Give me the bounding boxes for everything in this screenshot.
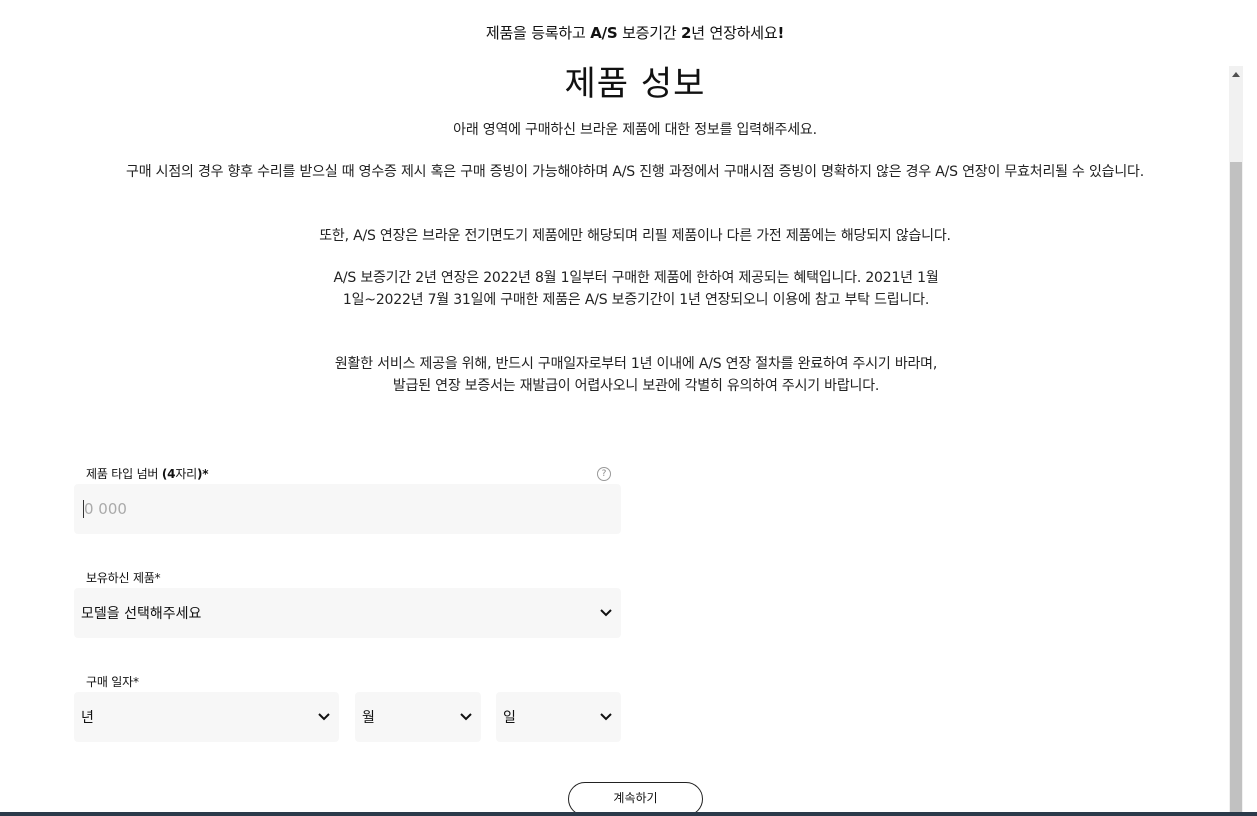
type-number-label-text: 제품 타입 넘버 (86, 467, 162, 481)
product-registration-page: 제품을 등록하고 A/S 보증기간 2년 연장하세요! 제품 성보 아래 영역에… (0, 0, 1257, 816)
purchase-date-label: 구매 일자* (86, 675, 139, 689)
type-number-label-bold: (4 (161, 467, 176, 481)
banner-text-2: 보증기간 (617, 24, 682, 42)
info-paragraph-deadline: 원활한 서비스 제공을 위해, 반드시 구매일자로부터 1년 이내에 A/S 연… (334, 356, 938, 394)
promo-banner: 제품을 등록하고 A/S 보증기간 2년 연장하세요! (0, 22, 1257, 43)
purchase-month-selected: 월 (362, 710, 375, 726)
info-paragraph-scope: 또한, A/S 연장은 브라운 전기면도기 제품에만 해당되며 리필 제품이나 … (319, 228, 951, 244)
banner-text-1: 제품을 등록하고 (485, 24, 591, 42)
purchase-day-select[interactable]: 일 (496, 692, 621, 742)
type-number-field (74, 484, 621, 534)
chevron-down-icon (459, 710, 473, 724)
bottom-divider (0, 812, 1257, 816)
chevron-down-icon (317, 710, 331, 724)
chevron-down-icon (599, 710, 613, 724)
scrollbar-thumb[interactable] (1230, 162, 1242, 816)
help-icon[interactable]: ? (597, 467, 611, 481)
text-caret (83, 500, 84, 518)
purchase-day-selected: 일 (503, 710, 516, 726)
product-model-selected: 모델을 선택해주세요 (81, 606, 202, 622)
purchase-year-selected: 년 (81, 710, 94, 726)
banner-bold-2: 2 (681, 24, 692, 42)
scroll-up-arrow-icon[interactable] (1229, 66, 1243, 82)
page-title: 제품 성보 (564, 64, 706, 104)
type-number-label-required: )* (197, 467, 209, 481)
type-number-input[interactable] (74, 484, 621, 534)
chevron-down-icon (599, 606, 613, 620)
banner-bold-exclaim: ! (777, 24, 785, 42)
banner-text-3: 년 연장하세요 (691, 24, 778, 42)
purchase-year-select[interactable]: 년 (74, 692, 339, 742)
product-label: 보유하신 제품* (86, 571, 161, 585)
purchase-month-select[interactable]: 월 (355, 692, 481, 742)
type-number-label: 제품 타입 넘버 (4자리)* (86, 465, 209, 482)
info-paragraph-period: A/S 보증기간 2년 연장은 2022년 8월 1일부터 구매한 제품에 한하… (333, 270, 939, 308)
continue-button[interactable]: 계속하기 (568, 782, 703, 816)
type-number-label-digits: 자리 (175, 467, 198, 481)
info-paragraph-receipt: 구매 시점의 경우 향후 수리를 받으실 때 영수증 제시 혹은 구매 증빙이 … (126, 164, 1144, 180)
banner-bold-as: A/S (590, 24, 618, 42)
info-paragraph-intro: 아래 영역에 구매하신 브라운 제품에 대한 정보를 입력해주세요. (453, 122, 817, 138)
product-model-select[interactable]: 모델을 선택해주세요 (74, 588, 621, 638)
